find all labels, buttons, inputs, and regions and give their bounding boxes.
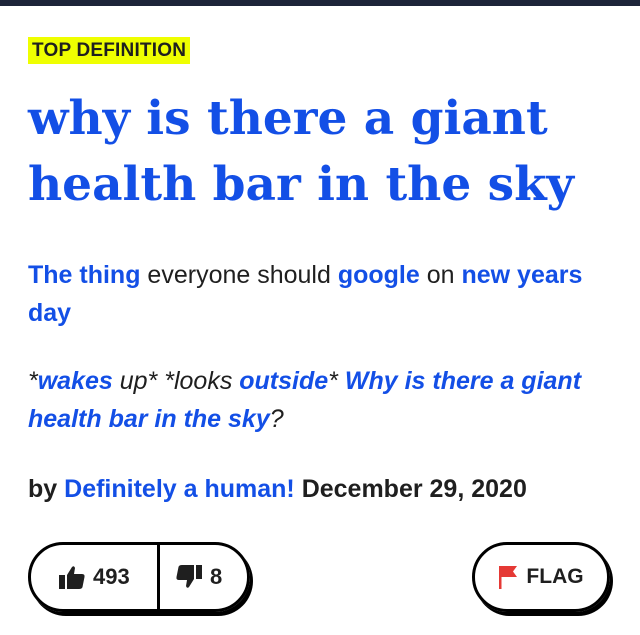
downvote-button[interactable]: 8: [160, 545, 222, 609]
meaning-text: on: [419, 261, 462, 289]
example-text: ?: [269, 405, 284, 433]
definition-meaning: The thing everyone should google on new …: [28, 256, 618, 332]
author-link[interactable]: Definitely a human!: [64, 475, 295, 503]
definition-example: *wakes up* *looks outside* Why is there …: [28, 362, 618, 438]
top-bar: [0, 0, 640, 6]
example-text: *: [328, 367, 345, 395]
byline: by Definitely a human! December 29, 2020: [28, 472, 628, 506]
flag-button[interactable]: FLAG: [472, 542, 610, 612]
definition-word[interactable]: why is there a giant health bar in the s…: [28, 86, 628, 218]
vote-buttons: 493 8: [28, 542, 250, 612]
example-text: *: [28, 367, 38, 395]
post-date: December 29, 2020: [301, 475, 527, 503]
byline-by: by: [28, 475, 58, 503]
meaning-text: everyone should: [140, 261, 338, 289]
thumbs-up-icon: [59, 566, 85, 589]
meaning-link-the-thing[interactable]: The thing: [28, 261, 140, 289]
example-link-wakes[interactable]: wakes: [38, 367, 113, 395]
example-text: up* *looks: [112, 367, 240, 395]
upvote-button[interactable]: 493: [31, 545, 157, 609]
top-definition-badge: TOP DEFINITION: [28, 37, 191, 64]
upvote-count: 493: [93, 564, 130, 589]
example-link-outside[interactable]: outside: [239, 367, 328, 395]
thumbs-down-icon: [176, 565, 202, 588]
flag-label: FLAG: [526, 565, 584, 588]
downvote-count: 8: [210, 564, 223, 589]
meaning-link-google[interactable]: google: [338, 261, 420, 289]
flag-icon: [499, 566, 518, 589]
